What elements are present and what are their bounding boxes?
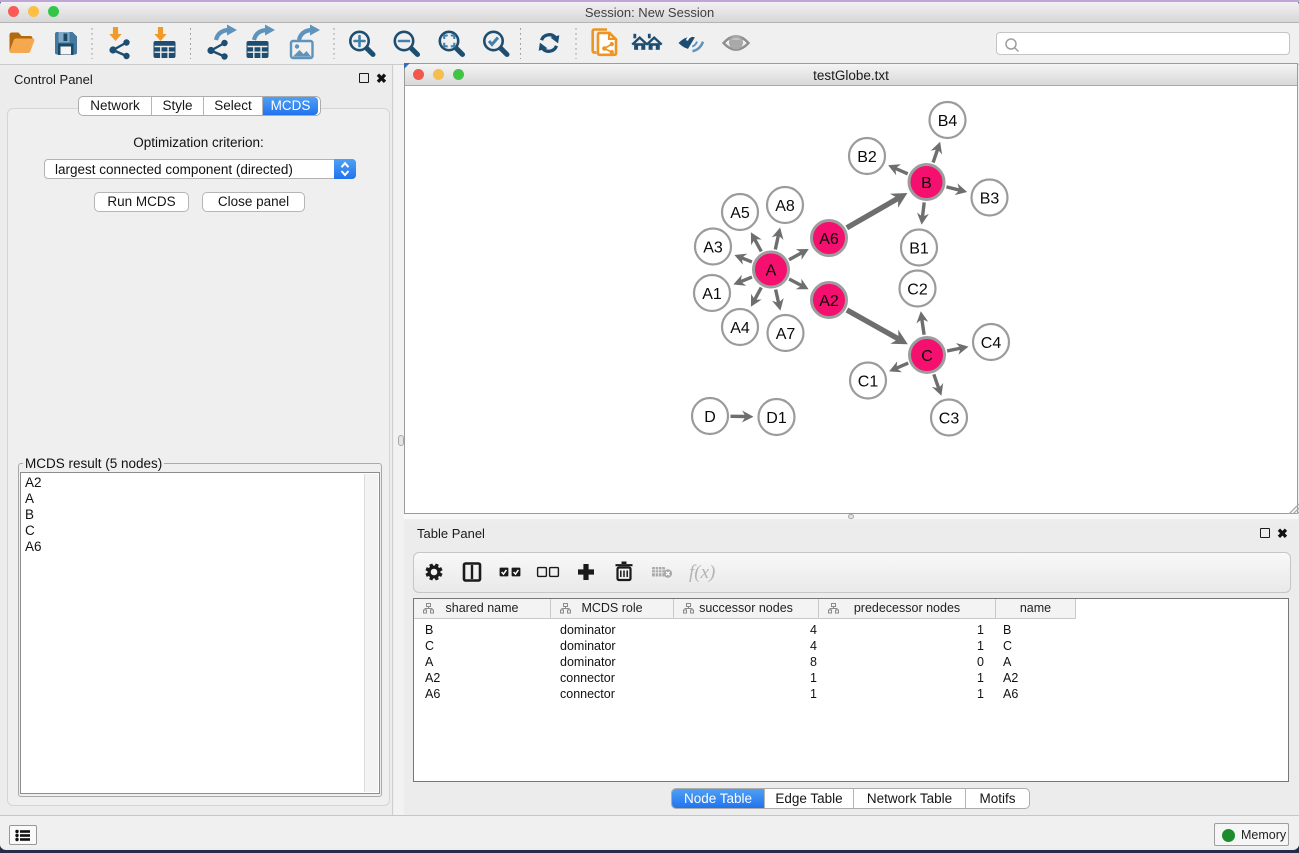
svg-text:A8: A8 [775,198,795,215]
svg-text:D: D [704,409,716,426]
svg-text:B2: B2 [857,149,877,166]
svg-text:C2: C2 [907,281,928,298]
svg-text:D1: D1 [766,410,787,427]
svg-text:B3: B3 [980,190,1000,207]
svg-text:B4: B4 [938,113,958,130]
svg-text:A4: A4 [730,320,750,337]
svg-text:C1: C1 [858,373,879,390]
svg-text:A2: A2 [819,293,839,310]
svg-text:B: B [921,175,932,192]
svg-text:A6: A6 [819,231,839,248]
svg-text:A1: A1 [702,286,722,303]
svg-text:A7: A7 [776,326,796,343]
svg-text:C3: C3 [939,410,960,427]
svg-text:C: C [921,348,933,365]
svg-text:C4: C4 [981,335,1002,352]
svg-text:A5: A5 [730,205,750,222]
svg-text:A: A [766,262,777,279]
svg-text:A3: A3 [703,239,723,256]
svg-text:B1: B1 [909,240,929,257]
